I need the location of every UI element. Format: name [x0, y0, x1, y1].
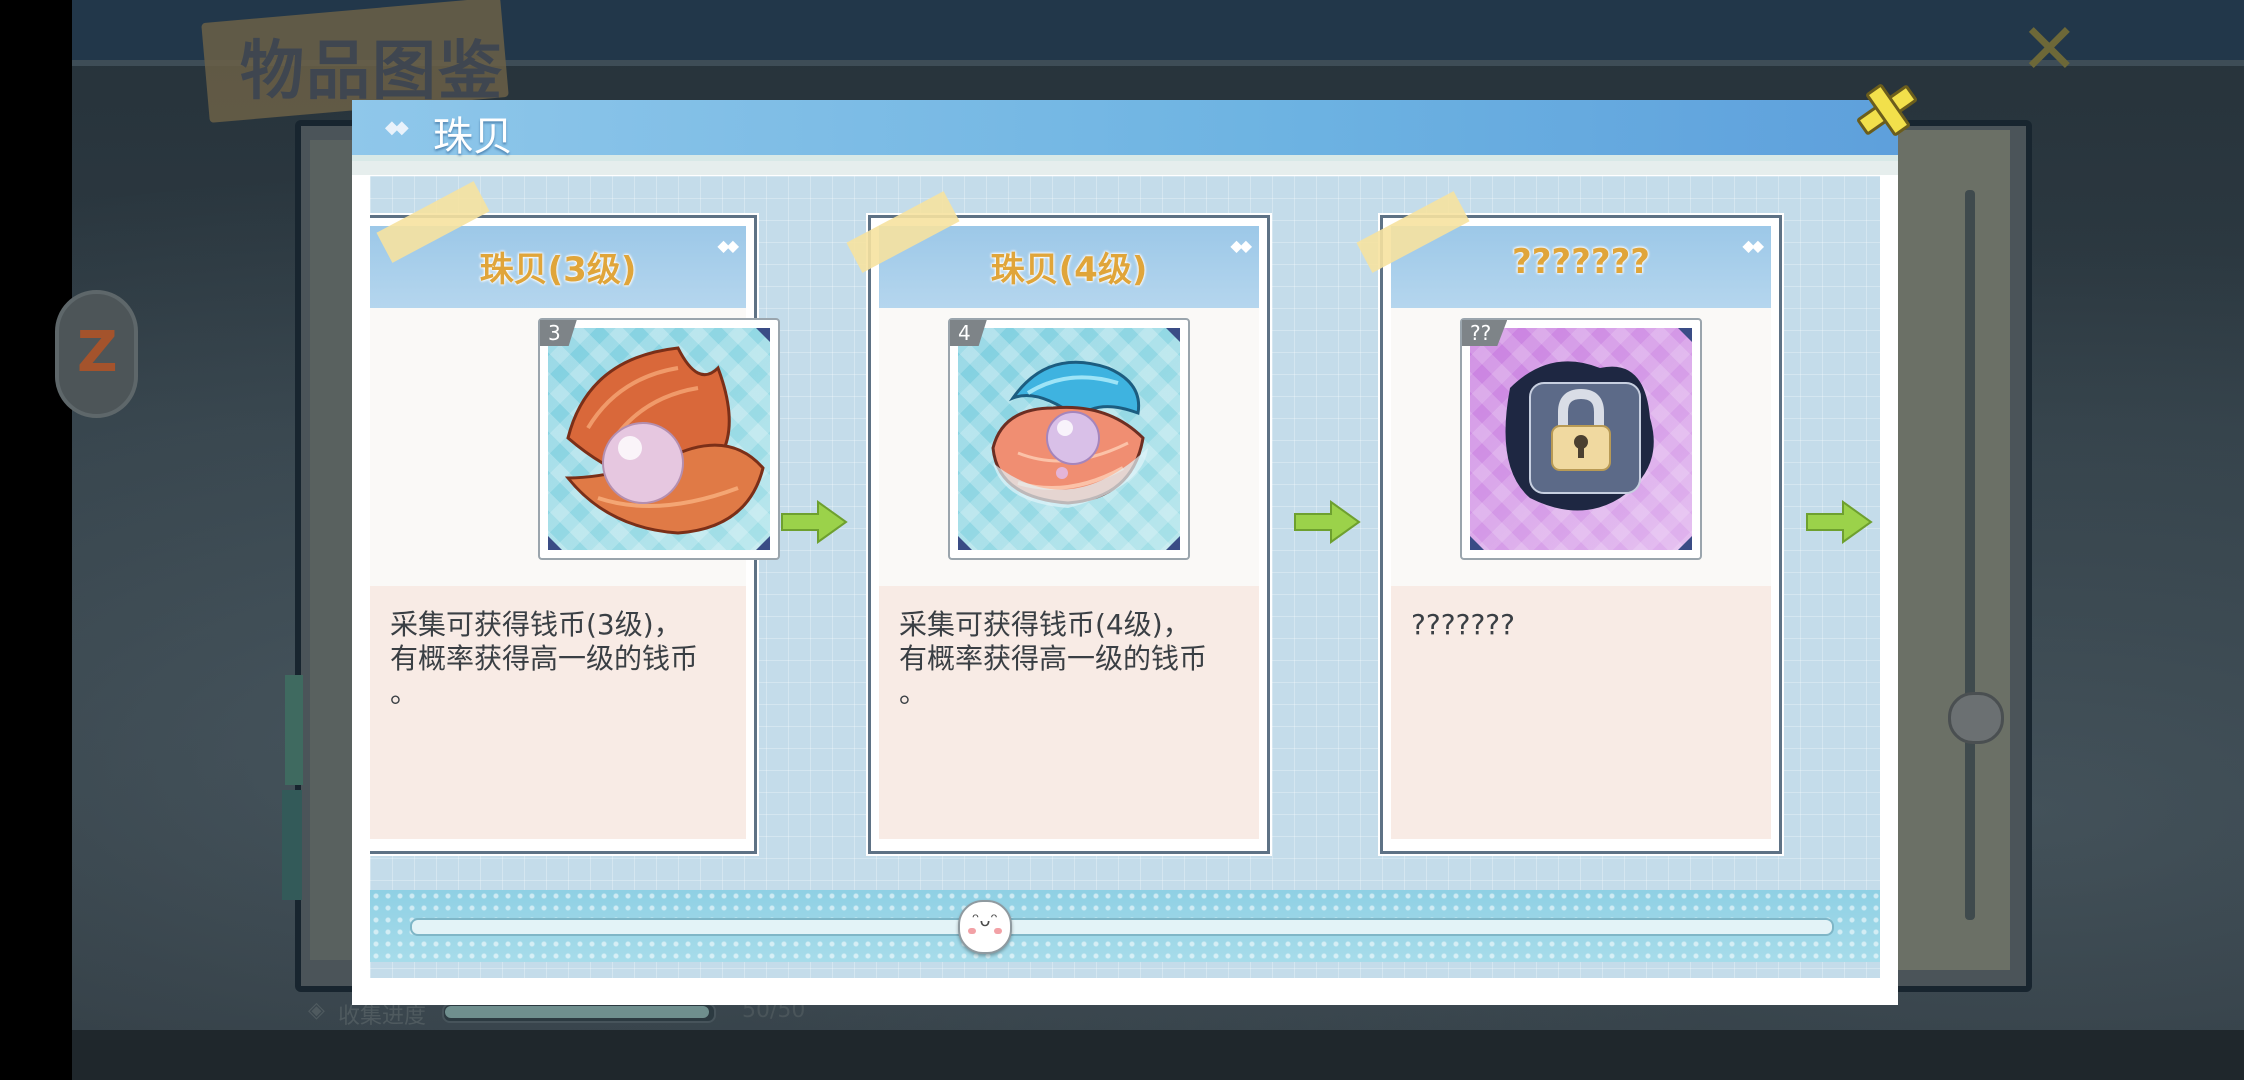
frame-corner — [1166, 328, 1180, 342]
next-arrow-icon — [1294, 500, 1361, 544]
frame-corner — [1470, 536, 1484, 550]
item-card[interactable]: 珠贝(4级) ◆◆ 4 采集可获得钱币(4级)， 有概率获得高一级的钱币 。 — [868, 215, 1270, 854]
frame-corner — [958, 536, 972, 550]
locked-item-icon — [1505, 361, 1654, 511]
cheek — [994, 928, 1002, 934]
background-side-tab — [285, 675, 303, 785]
card-description: 采集可获得钱币(3级)， 有概率获得高一级的钱币 。 — [390, 608, 699, 709]
carousel-scroll-handle[interactable]: ᵔᴗᵔ — [958, 900, 1012, 954]
frame-corner — [1678, 328, 1692, 342]
collection-progress-fill — [445, 1006, 709, 1018]
background-scroll-knob — [1948, 692, 2004, 744]
modal-title: 珠贝 — [433, 114, 513, 160]
frame-corner — [756, 536, 770, 550]
background-title: 物品图鉴 — [240, 35, 504, 107]
background-side-tab — [282, 790, 302, 900]
modal-header — [352, 100, 1898, 156]
frame-corner — [548, 536, 562, 550]
diamond-decoration-icon: ◆◆ — [1230, 236, 1252, 255]
background-bottom-bar — [72, 1030, 2244, 1080]
pearl-shell-blue-icon — [991, 360, 1148, 508]
diamond-decoration-icon: ◆◆ — [1742, 236, 1764, 255]
background-scrollbar — [1965, 190, 1975, 920]
card-description-area: 采集可获得钱币(4级)， 有概率获得高一级的钱币 。 — [879, 586, 1259, 839]
card-title: ??????? — [1511, 242, 1651, 282]
background-side-button: Z — [55, 290, 138, 418]
frame-corner — [1678, 536, 1692, 550]
diamond-decoration-icon: ◆◆ — [385, 117, 409, 138]
card-description: 采集可获得钱币(4级)， 有概率获得高一级的钱币 。 — [899, 608, 1208, 709]
background-close-icon: ✕ — [2020, 8, 2079, 90]
background-book-right-page — [1890, 130, 2010, 970]
modal-header-divider — [352, 161, 1898, 175]
item-image — [1470, 328, 1692, 550]
frame-corner — [756, 328, 770, 342]
layers-icon: ◈ — [308, 998, 325, 1023]
item-card[interactable]: 珠贝(3级) ◆◆ 3 采集可获得钱币(3级)， 有概率获得高一级的钱币 。 — [370, 215, 780, 854]
left-letterbox — [0, 0, 72, 1080]
next-arrow-icon — [1806, 500, 1873, 544]
smiley-face-icon: ᵔᴗᵔ — [972, 910, 998, 931]
item-card-locked[interactable]: ??????? ◆◆ ?? ??????? — [1380, 215, 1782, 854]
card-description-area: ??????? — [1391, 586, 1771, 839]
card-title: 珠贝(3级) — [479, 250, 637, 290]
item-image — [958, 328, 1180, 550]
close-button[interactable] — [1848, 72, 1919, 142]
card-description: ??????? — [1411, 608, 1516, 641]
pearl-shell-orange-icon — [564, 346, 765, 535]
item-image — [548, 328, 770, 550]
carousel-scroll-track[interactable] — [410, 918, 1834, 936]
card-description-area: 采集可获得钱币(3级)， 有概率获得高一级的钱币 。 — [370, 586, 746, 839]
card-title: 珠贝(4级) — [990, 250, 1148, 290]
item-image-frame: 3 — [538, 318, 780, 560]
item-image-frame: ?? — [1460, 318, 1702, 560]
diamond-decoration-icon: ◆◆ — [717, 236, 739, 255]
cheek — [968, 928, 976, 934]
item-image-frame: 4 — [948, 318, 1190, 560]
next-arrow-icon — [781, 500, 848, 544]
frame-corner — [1166, 536, 1180, 550]
z-icon: Z — [77, 320, 118, 385]
